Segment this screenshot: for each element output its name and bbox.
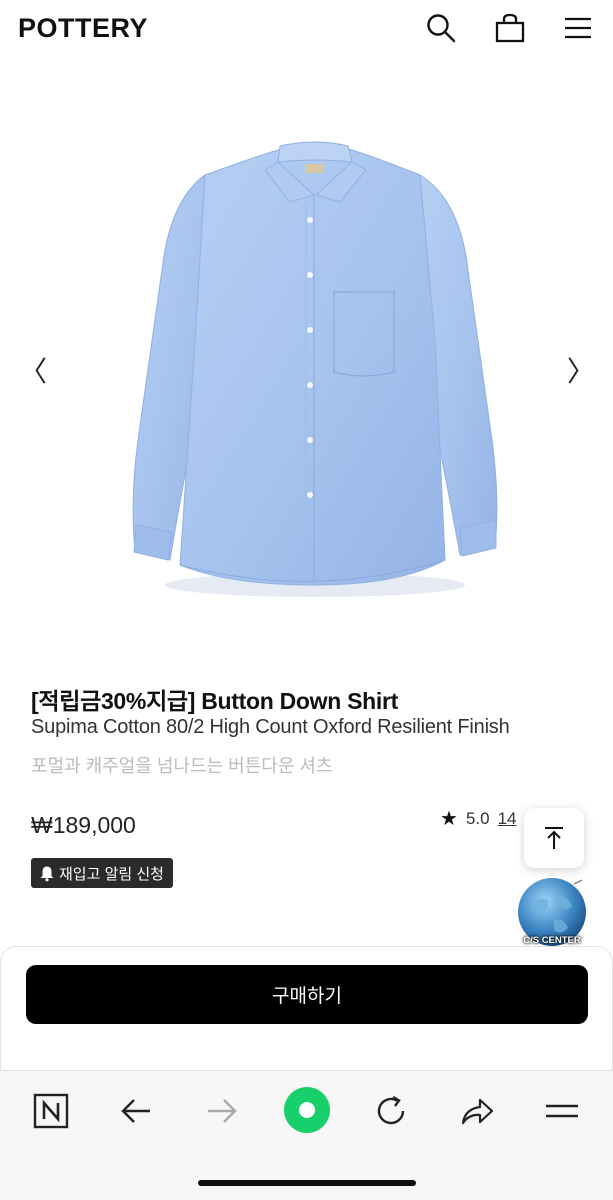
cs-center-label: C/S CENTER	[523, 935, 581, 946]
forward-icon[interactable]	[200, 1089, 244, 1133]
site-header: POTTERY	[0, 0, 613, 60]
star-icon: ★	[440, 808, 458, 830]
restock-alert-label: 재입고 알림 신청	[59, 865, 164, 883]
product-title: [적립금30%지급] Button Down Shirt	[31, 688, 398, 714]
share-icon[interactable]	[455, 1089, 499, 1133]
menu-icon[interactable]	[560, 10, 596, 46]
review-count-link[interactable]: 14	[498, 809, 517, 829]
product-rating: ★ 5.0 14	[440, 806, 517, 831]
browser-menu-icon[interactable]	[540, 1089, 584, 1133]
product-subtitle: Supima Cotton 80/2 High Count Oxford Res…	[31, 716, 510, 738]
product-price: ₩189,000	[31, 812, 136, 838]
purchase-sheet: 구매하기	[0, 946, 613, 1070]
next-image-arrow[interactable]: 〉	[566, 355, 596, 387]
shopping-bag-icon[interactable]	[492, 10, 528, 46]
restock-alert-button[interactable]: 재입고 알림 신청	[31, 858, 173, 888]
prev-image-arrow[interactable]: 〈	[18, 355, 48, 387]
cs-center-button[interactable]: C/S CENTER	[514, 876, 590, 952]
product-image-shirt[interactable]	[100, 140, 520, 610]
buy-button[interactable]: 구매하기	[26, 965, 588, 1024]
home-indicator	[198, 1180, 416, 1186]
refresh-icon[interactable]	[369, 1089, 413, 1133]
naver-icon[interactable]	[29, 1089, 73, 1133]
rating-value: 5.0	[465, 808, 490, 828]
green-home-icon[interactable]	[284, 1087, 330, 1133]
search-icon[interactable]	[423, 10, 459, 46]
brand-logo[interactable]: POTTERY	[18, 13, 148, 44]
product-gallery: 〈 〉	[0, 100, 613, 640]
scroll-to-top-button[interactable]	[524, 808, 584, 868]
back-icon[interactable]	[114, 1089, 158, 1133]
arrow-up-to-top-icon	[545, 827, 563, 849]
browser-toolbar	[0, 1070, 613, 1200]
product-description: 포멀과 캐주얼을 넘나드는 버튼다운 셔츠	[31, 756, 333, 776]
bell-icon	[40, 866, 54, 881]
